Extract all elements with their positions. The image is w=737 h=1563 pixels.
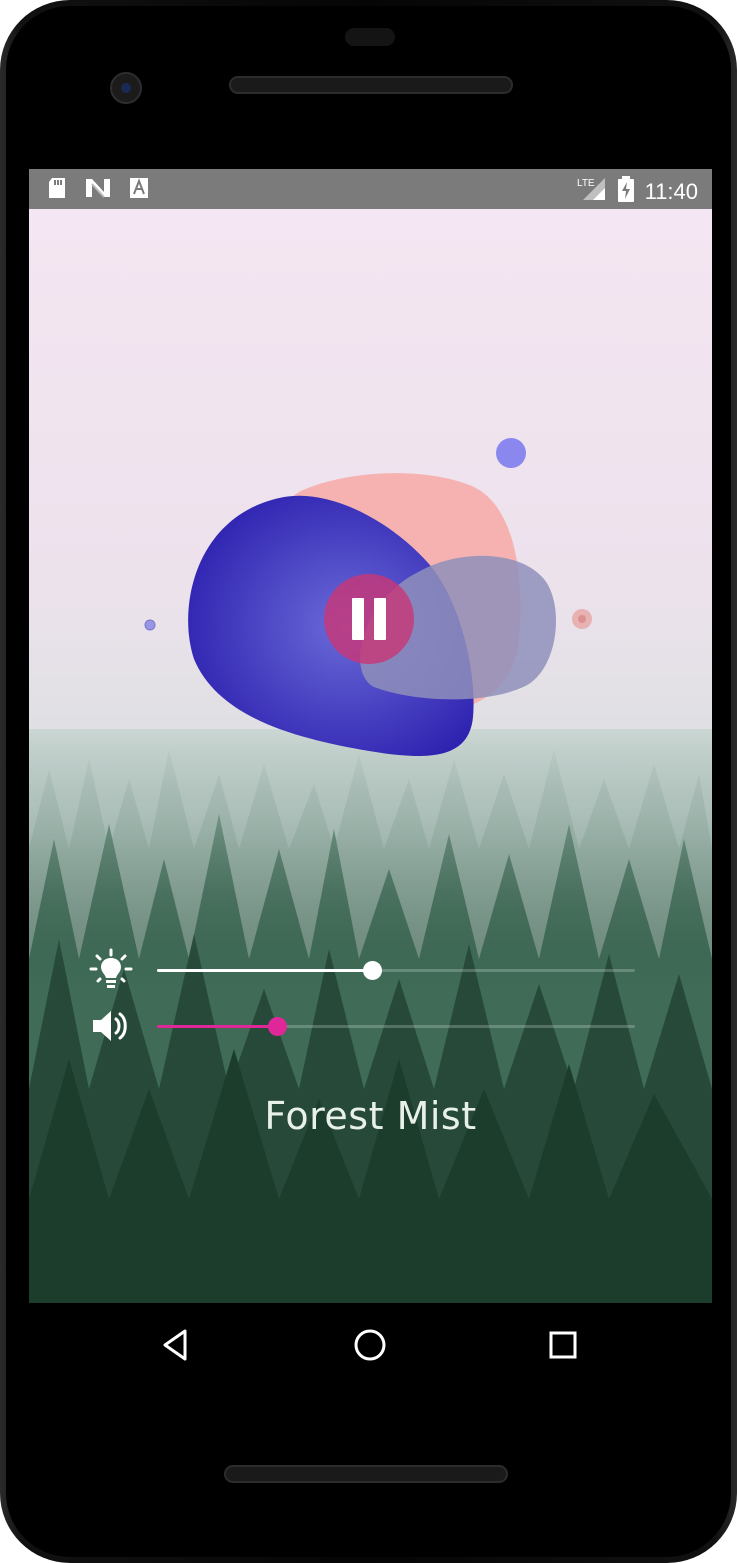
volume-slider[interactable]	[157, 1017, 635, 1036]
back-icon[interactable]	[159, 1327, 195, 1363]
brightness-thumb[interactable]	[363, 961, 383, 980]
recents-icon[interactable]	[545, 1327, 581, 1363]
bottom-speaker	[224, 1465, 508, 1483]
pause-button[interactable]	[324, 574, 414, 664]
speaker-icon	[89, 1004, 133, 1048]
navigation-bar	[29, 1303, 712, 1385]
pause-icon	[352, 598, 364, 640]
sd-card-icon	[47, 177, 67, 204]
volume-fill	[157, 1025, 277, 1028]
track-title: Forest Mist	[264, 1094, 477, 1138]
sensor-notch	[345, 28, 395, 46]
earpiece-speaker	[229, 76, 513, 94]
brightness-slider[interactable]	[157, 961, 635, 980]
status-time: 11:40	[644, 178, 698, 204]
phone-frame: LTE 11:40 Forest Mist	[0, 0, 737, 1563]
svg-text:LTE: LTE	[577, 178, 595, 189]
volume-thumb[interactable]	[267, 1017, 287, 1036]
lte-signal-icon: LTE	[577, 176, 607, 207]
n-logo-icon	[85, 178, 111, 203]
text-icon	[129, 177, 149, 204]
visualizer-blobs	[144, 438, 592, 757]
dot-large	[496, 438, 526, 468]
brightness-fill	[157, 969, 373, 972]
status-bar: LTE 11:40	[29, 169, 712, 209]
brightness-slider-row	[89, 948, 649, 992]
pause-icon-bar	[374, 598, 386, 640]
dot-pink-core	[578, 615, 586, 623]
dot-small	[144, 619, 156, 631]
lightbulb-icon	[89, 948, 133, 992]
home-icon[interactable]	[352, 1327, 388, 1363]
front-camera	[110, 72, 142, 104]
volume-slider-row	[89, 1004, 649, 1048]
battery-charging-icon	[617, 175, 635, 208]
app-screen: LTE 11:40 Forest Mist	[29, 169, 712, 1303]
